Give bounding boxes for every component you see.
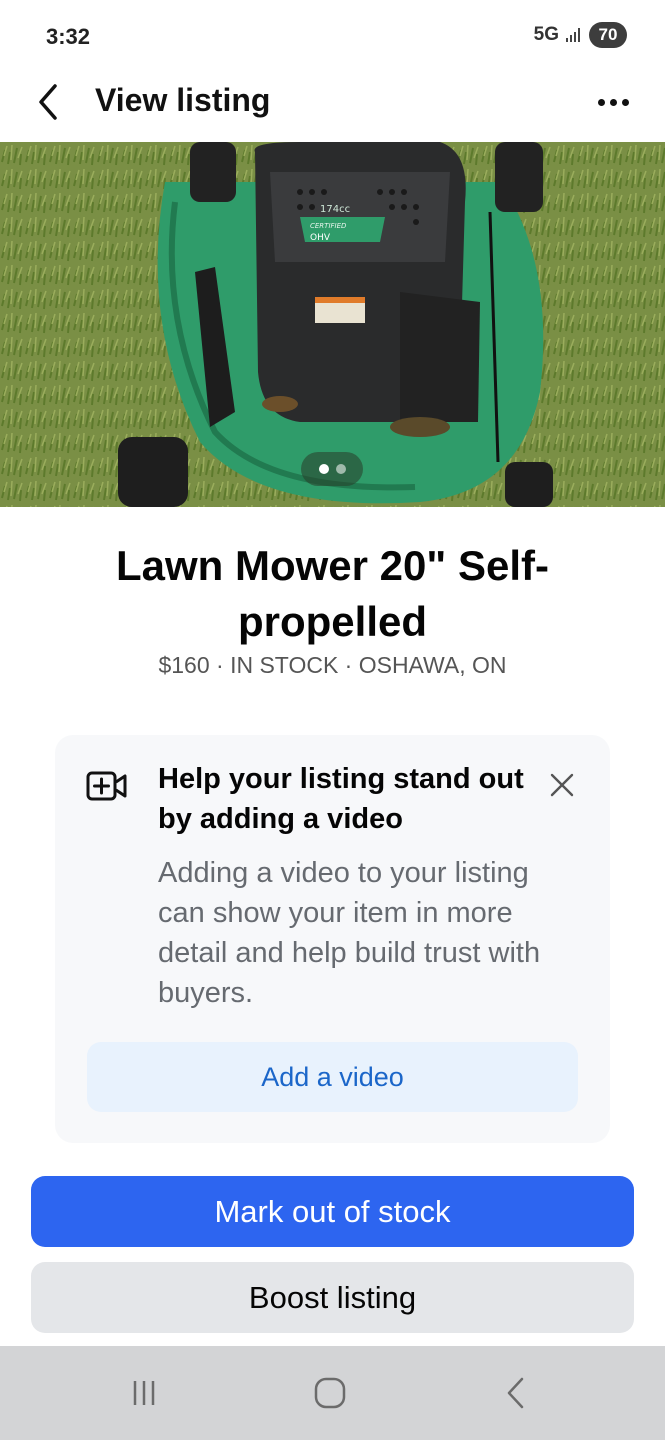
more-horizontal-icon xyxy=(597,98,605,106)
network-label: 5G xyxy=(533,24,559,45)
signal-icon xyxy=(566,28,580,42)
engine-tag: OHV xyxy=(310,233,331,243)
recents-icon xyxy=(133,1381,155,1405)
status-time: 3:32 xyxy=(46,24,91,49)
home-icon xyxy=(314,1377,346,1409)
add-video-button[interactable]: Add a video xyxy=(87,1042,578,1112)
card-heading: Help your listing stand out by adding a … xyxy=(158,763,524,835)
pager-dot xyxy=(335,464,346,474)
engine-label: 174cc xyxy=(320,204,350,215)
close-card-button[interactable] xyxy=(542,765,582,805)
battery-icon: 70 xyxy=(589,22,627,48)
status-indicators: 5G 70 xyxy=(534,22,627,48)
back-icon xyxy=(507,1377,524,1409)
status-bar: 3:32 5G 70 xyxy=(0,0,665,72)
back-button[interactable] xyxy=(26,80,70,124)
home-button[interactable] xyxy=(300,1368,360,1418)
boost-listing-button[interactable]: Boost listing xyxy=(31,1262,634,1333)
add-video-icon xyxy=(86,771,127,801)
system-back-button[interactable] xyxy=(486,1368,546,1418)
listing-photo[interactable]: 174cc CERTIFIED OHV xyxy=(0,142,665,507)
listing-title: Lawn Mower 20" Self-propelled xyxy=(115,542,549,645)
more-dot xyxy=(609,98,617,106)
more-dot xyxy=(621,98,629,106)
page-title: View listing xyxy=(95,82,271,118)
engine-sub: CERTIFIED xyxy=(310,222,347,230)
listing-meta: $160 · IN STOCK · OSHAWA, ON xyxy=(158,652,507,678)
image-pager[interactable] xyxy=(301,452,363,486)
add-video-card: Help your listing stand out by adding a … xyxy=(55,735,610,1143)
header: View listing xyxy=(0,72,665,142)
card-body: Adding a video to your listing can show … xyxy=(158,857,541,1009)
mark-out-of-stock-button[interactable]: Mark out of stock xyxy=(31,1176,634,1247)
more-options-button[interactable] xyxy=(591,84,635,120)
chevron-left-icon xyxy=(39,84,57,120)
recents-button[interactable] xyxy=(114,1368,174,1418)
system-nav-bar xyxy=(0,1346,665,1440)
close-icon xyxy=(550,773,574,797)
pager-dot-active xyxy=(318,464,329,474)
